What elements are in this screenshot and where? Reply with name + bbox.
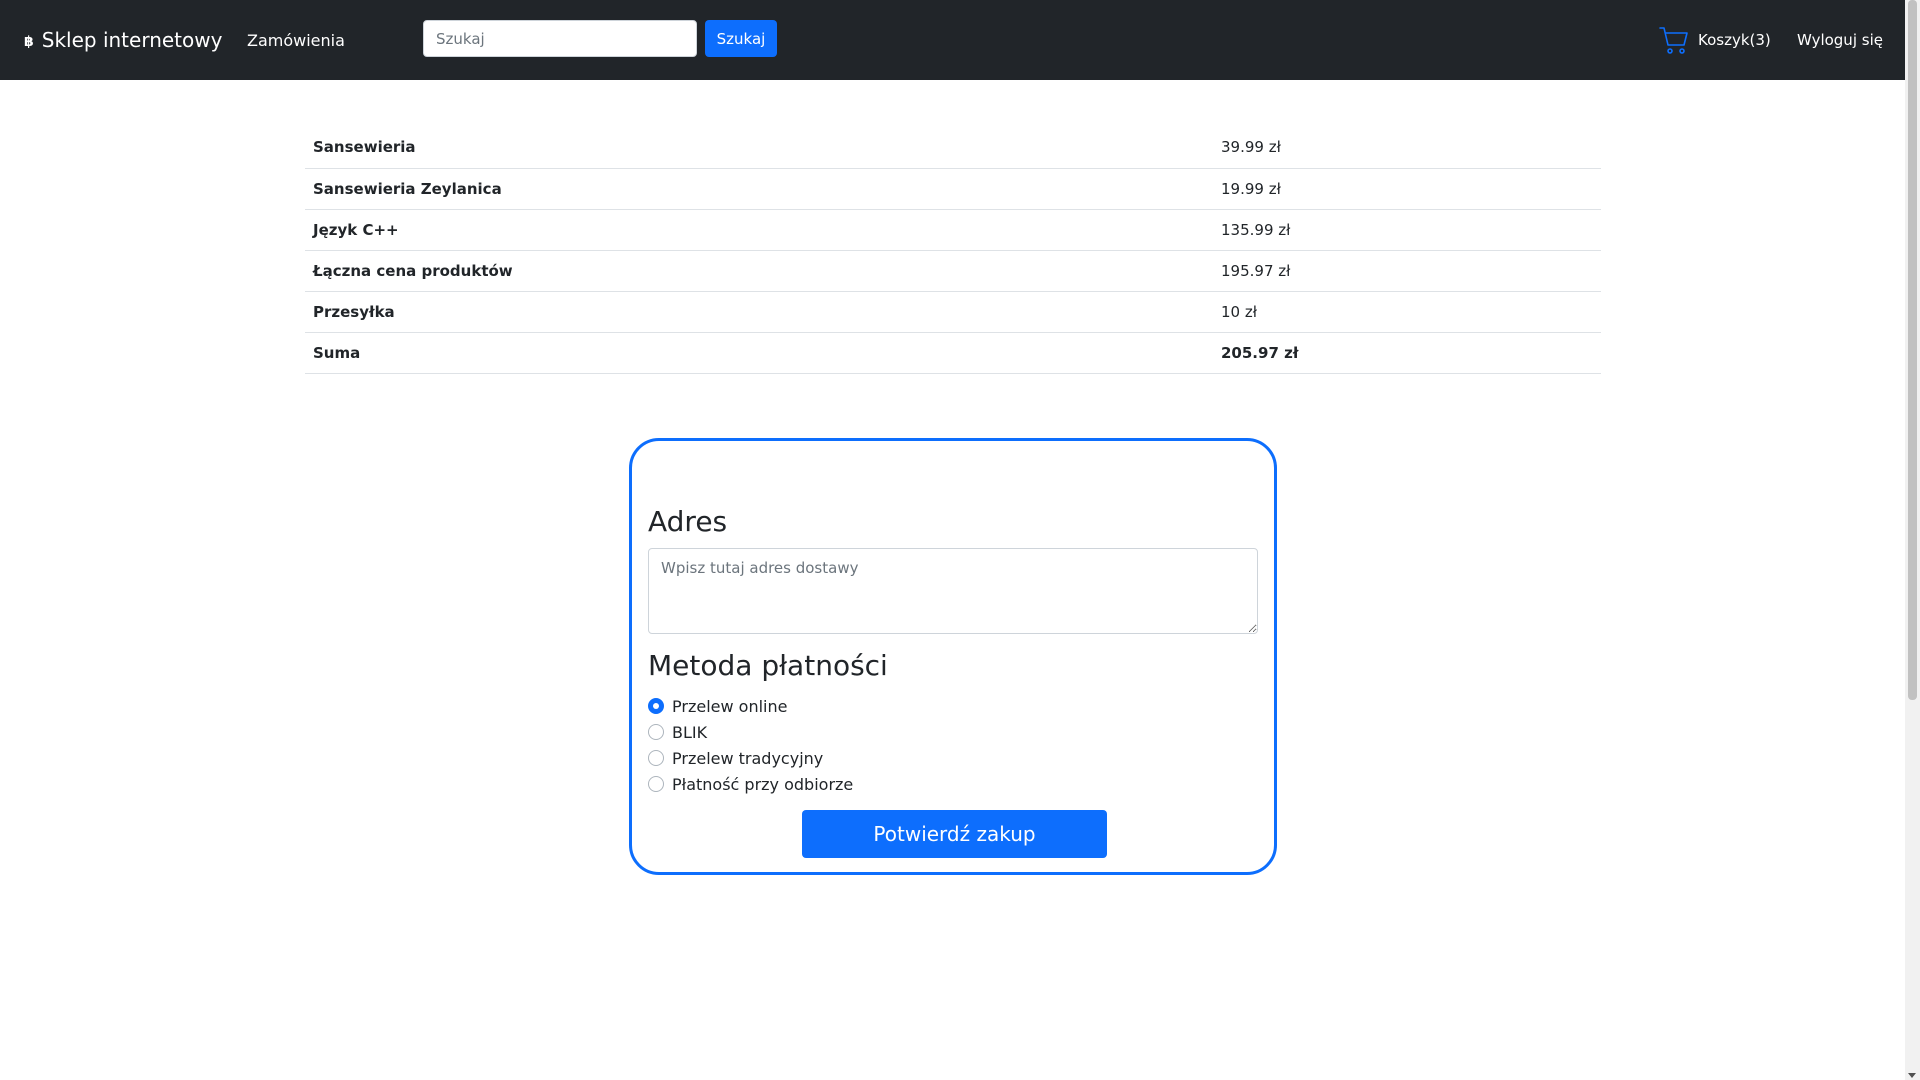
product-name: Język C++ bbox=[305, 209, 1213, 251]
product-price: 19.99 zł bbox=[1213, 168, 1601, 210]
confirm-purchase-button[interactable]: Potwierdź zakup bbox=[802, 810, 1107, 858]
order-summary-table: Sansewieria 39.99 zł Sansewieria Zeylani… bbox=[305, 127, 1601, 374]
payment-option-label: Przelew tradycyjny bbox=[672, 748, 824, 768]
subtotal-value: 195.97 zł bbox=[1213, 250, 1601, 292]
table-row: Przesyłka 10 zł bbox=[305, 291, 1601, 333]
payment-option-online-transfer[interactable]: Przelew online bbox=[648, 693, 853, 719]
table-row: Suma 205.97 zł bbox=[305, 332, 1601, 374]
cart-label: Koszyk(3) bbox=[1698, 31, 1771, 49]
scrollbar-thumb[interactable] bbox=[1908, 0, 1917, 700]
nav-orders-link[interactable]: Zamówienia bbox=[247, 0, 345, 80]
radio-button[interactable] bbox=[648, 698, 664, 714]
address-textarea[interactable] bbox=[648, 548, 1258, 634]
scroll-down-arrow-icon[interactable] bbox=[1908, 1073, 1916, 1078]
product-name: Sansewieria bbox=[305, 127, 1213, 169]
payment-heading: Metoda płatności bbox=[648, 649, 888, 682]
logout-link[interactable]: Wyloguj się bbox=[1797, 0, 1883, 80]
cart-link[interactable]: Koszyk(3) bbox=[1658, 0, 1771, 80]
radio-button[interactable] bbox=[648, 776, 664, 792]
payment-option-label: Płatność przy odbiorze bbox=[672, 774, 854, 794]
table-row: Łączna cena produktów 195.97 zł bbox=[305, 250, 1601, 292]
payment-option-traditional-transfer[interactable]: Przelew tradycyjny bbox=[648, 745, 853, 771]
table-row: Sansewieria 39.99 zł bbox=[305, 127, 1601, 169]
payment-options: Przelew online BLIK Przelew tradycyjny P… bbox=[648, 693, 853, 797]
total-label: Suma bbox=[305, 332, 1213, 374]
product-price: 39.99 zł bbox=[1213, 127, 1601, 169]
top-navbar: ฿ Sklep internetowy Zamówienia Szukaj Ko… bbox=[0, 0, 1905, 80]
brand-link[interactable]: ฿ Sklep internetowy bbox=[24, 0, 222, 80]
radio-button[interactable] bbox=[648, 724, 664, 740]
shipping-value: 10 zł bbox=[1213, 291, 1601, 333]
search-button[interactable]: Szukaj bbox=[705, 20, 777, 57]
total-value: 205.97 zł bbox=[1213, 332, 1601, 374]
shopping-cart-icon bbox=[1659, 27, 1688, 54]
payment-option-label: BLIK bbox=[672, 722, 708, 742]
brand-label: Sklep internetowy bbox=[41, 28, 223, 52]
product-name: Sansewieria Zeylanica bbox=[305, 168, 1213, 210]
payment-option-cash-on-delivery[interactable]: Płatność przy odbiorze bbox=[648, 771, 853, 797]
bitcoin-icon: ฿ bbox=[24, 34, 34, 50]
radio-button[interactable] bbox=[648, 750, 664, 766]
product-price: 135.99 zł bbox=[1213, 209, 1601, 251]
search-input[interactable] bbox=[423, 20, 697, 57]
shipping-label: Przesyłka bbox=[305, 291, 1213, 333]
payment-option-label: Przelew online bbox=[672, 696, 788, 716]
address-heading: Adres bbox=[648, 505, 728, 538]
subtotal-label: Łączna cena produktów bbox=[305, 250, 1213, 292]
payment-option-blik[interactable]: BLIK bbox=[648, 719, 853, 745]
checkout-form: Adres Metoda płatności Przelew online BL… bbox=[629, 438, 1277, 875]
page-scrollbar[interactable] bbox=[1905, 0, 1920, 1080]
table-row: Język C++ 135.99 zł bbox=[305, 209, 1601, 251]
table-row: Sansewieria Zeylanica 19.99 zł bbox=[305, 168, 1601, 210]
